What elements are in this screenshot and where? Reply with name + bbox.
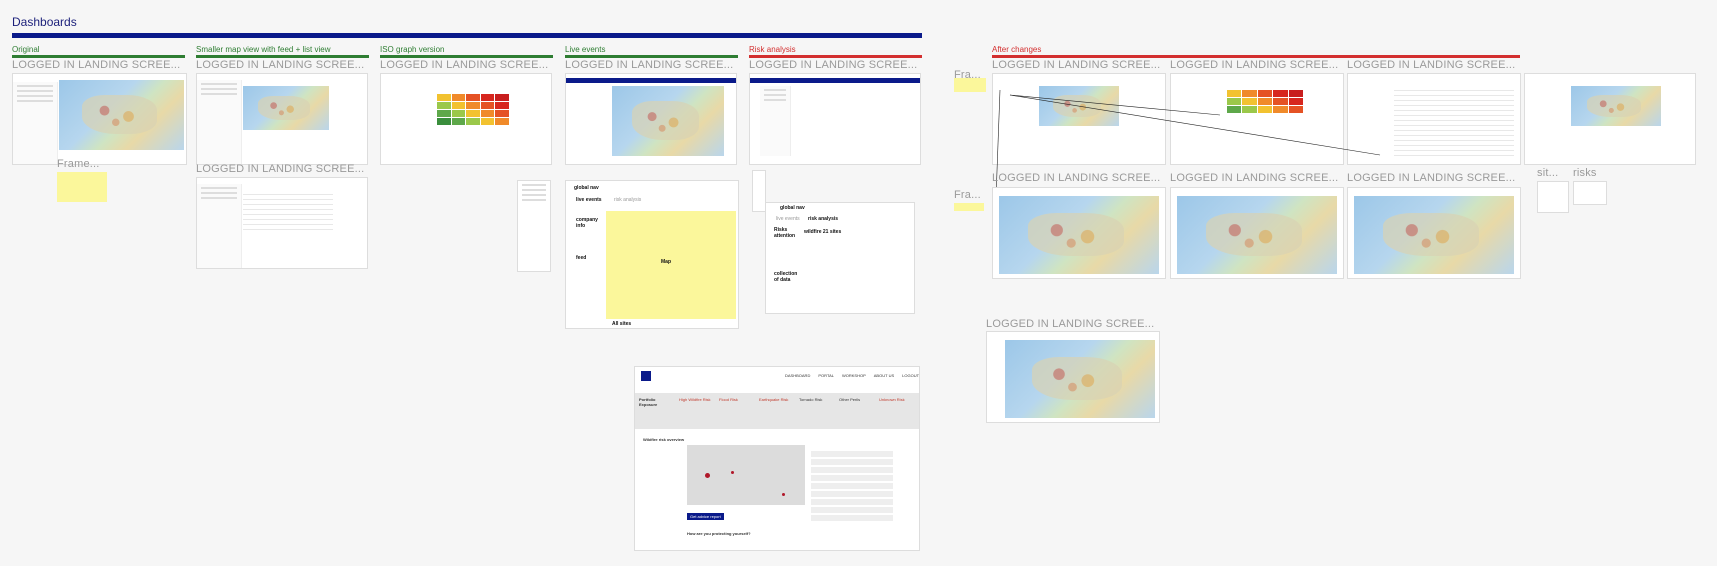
risk-card[interactable]: Portfolio Exposure [639,397,673,425]
section-iso-rule [380,55,553,58]
section-original-label: Original [12,45,40,54]
company-info-label: company info [576,217,598,229]
frame-label-risks: risks [1573,167,1597,179]
risk-card[interactable]: High Wildfire Risk [679,397,713,425]
nav-portal[interactable]: PORTAL [818,373,834,378]
global-nav-label: global nav [574,185,599,191]
frame-label-short: Frame... [57,158,100,170]
section-iso-label: ISO graph version [380,45,445,54]
sticky-note[interactable] [954,203,984,211]
world-map[interactable] [687,445,805,505]
risk-analysis-wireframe[interactable]: global nav live events risk analysis Ris… [765,202,915,314]
frame-label: LOGGED IN LANDING SCREE... [749,59,918,71]
map-preview [59,80,184,150]
risks-attention-label: Risks attention [774,227,796,239]
section-smaller-map-label: Smaller map view with feed + list view [196,45,331,54]
screen-thumbnail-list-view[interactable] [196,177,368,269]
frame-label-short: sit... [1537,167,1559,179]
wildfire-sites-label: wildfire 21 sites [804,229,842,235]
map-preview [1354,196,1514,274]
map-preview [243,86,329,130]
advice-report-button[interactable]: Get advice report [687,513,724,520]
section-risk-rule [749,55,922,58]
sidebar-title: Wildfire risk overview [643,437,685,442]
frame-label: LOGGED IN LANDING SCREE... [1347,172,1516,184]
sites-list [811,451,893,523]
small-frame[interactable] [1537,181,1569,213]
mini-toolbar [752,170,766,212]
risk-heatmap-preview [437,94,509,125]
protection-question: How are you protecting yourself? [687,531,751,536]
frame-label: LOGGED IN LANDING SCREE... [380,59,549,71]
frame-label: LOGGED IN LANDING SCREE... [565,59,734,71]
section-risk-label: Risk analysis [749,45,796,54]
section-smaller-map-rule [196,55,369,58]
section-live-label: Live events [565,45,606,54]
frame-label: LOGGED IN LANDING SCREE... [12,59,181,71]
risk-card[interactable]: Other Perils [839,397,873,425]
sticky-note[interactable] [57,172,107,202]
risks-frame[interactable] [1573,181,1607,205]
map-preview [612,86,724,156]
screen-thumbnail-after-map-2[interactable] [1170,187,1344,279]
collection-label: collection of data [774,271,798,283]
tab-live-events[interactable]: live events [576,197,602,203]
section-live-rule [565,55,738,58]
screen-thumbnail-after-map-3[interactable] [1347,187,1521,279]
screen-thumbnail-after-4[interactable] [1524,73,1696,165]
screen-thumbnail-live[interactable] [565,73,737,165]
map-area[interactable]: Map [606,211,736,319]
frame-label: LOGGED IN LANDING SCREE... [986,318,1155,330]
feed-label: feed [576,255,587,261]
map-preview [1177,196,1337,274]
section-after-rule [992,55,1520,58]
brand-logo [641,371,651,381]
frame-label: LOGGED IN LANDING SCREE... [992,172,1161,184]
frame-label-short: Fra... [954,189,981,201]
screen-thumbnail-smaller-map[interactable] [196,73,368,165]
risk-card[interactable]: Tornado Risk [799,397,833,425]
screen-thumbnail-original[interactable] [12,73,187,165]
sticky-note[interactable] [954,78,986,92]
risk-card[interactable]: Flood Risk [719,397,753,425]
all-sites-label: All sites [612,321,632,327]
screen-thumbnail-iso[interactable] [380,73,552,165]
frame-label: LOGGED IN LANDING SCREE... [1170,172,1339,184]
wildfire-dashboard-mockup[interactable]: DASHBOARD PORTAL WORKSHOP ABOUT US LOGOU… [634,366,920,551]
frame-label: LOGGED IN LANDING SCREE... [992,59,1161,71]
frame-label: LOGGED IN LANDING SCREE... [196,59,365,71]
map-preview [999,196,1159,274]
title-rule [12,33,922,38]
global-nav-label: global nav [780,205,805,211]
frame-label: LOGGED IN LANDING SCREE... [1347,59,1516,71]
section-after-label: After changes [992,45,1042,54]
risk-card[interactable]: Unknown Risk [879,397,913,425]
map-preview [1005,340,1155,418]
top-nav[interactable]: DASHBOARD PORTAL WORKSHOP ABOUT US LOGOU… [785,373,919,378]
risk-card[interactable]: Earthquake Risk [759,397,793,425]
tab-risk-analysis[interactable]: risk analysis [808,216,838,222]
nav-dashboard[interactable]: DASHBOARD [785,373,810,378]
screen-thumbnail-after-map-4[interactable] [986,331,1160,423]
side-panel-thumbnail[interactable] [517,180,551,272]
page-title: Dashboards [12,15,77,29]
nav-workshop[interactable]: WORKSHOP [842,373,866,378]
screen-thumbnail-risk[interactable] [749,73,921,165]
nav-about[interactable]: ABOUT US [874,373,894,378]
map-label: Map [661,259,671,265]
section-original-rule [12,55,185,58]
nav-logout[interactable]: LOGOUT [902,373,919,378]
live-events-wireframe[interactable]: global nav live events risk analysis com… [565,180,739,329]
risk-cards-row: Portfolio Exposure High Wildfire Risk Fl… [635,393,919,429]
tab-live-events[interactable]: live events [776,216,800,222]
frame-label: LOGGED IN LANDING SCREE... [1170,59,1339,71]
tab-risk-analysis[interactable]: risk analysis [614,197,641,203]
frame-label: LOGGED IN LANDING SCREE... [196,163,365,175]
map-preview [1571,86,1661,126]
screen-thumbnail-after-map-1[interactable] [992,187,1166,279]
